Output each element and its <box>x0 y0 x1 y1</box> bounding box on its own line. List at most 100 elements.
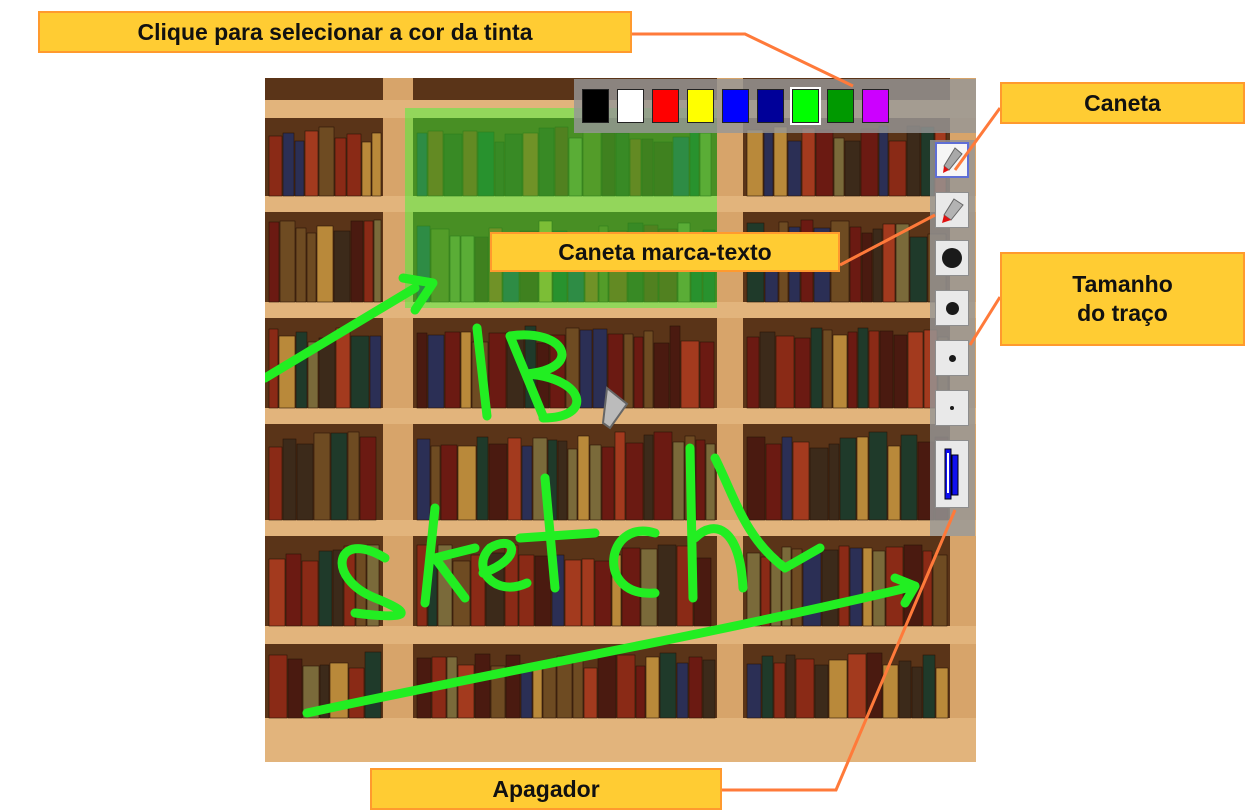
book-spine <box>287 658 303 719</box>
book-spine <box>773 126 788 197</box>
book-spine <box>557 440 568 521</box>
book-spine <box>794 337 811 409</box>
book-spine <box>348 667 365 719</box>
book-spine <box>657 544 677 627</box>
book-spine <box>373 219 382 303</box>
bookshelf-photo <box>265 78 976 762</box>
book-spine <box>295 331 308 409</box>
book-spine <box>887 445 901 521</box>
book-spine <box>301 560 319 627</box>
book-spine <box>282 438 297 521</box>
book-spine <box>672 441 685 521</box>
book-spine <box>773 662 786 719</box>
drawing-canvas[interactable] <box>265 78 976 762</box>
color-swatch-1[interactable] <box>582 89 609 123</box>
book-spine <box>350 335 370 409</box>
highlighter-callout: Caneta marca-texto <box>490 232 840 272</box>
book-spine <box>294 140 305 197</box>
book-spine <box>862 547 873 627</box>
color-swatch-6[interactable] <box>757 89 784 123</box>
book-spine <box>860 128 879 197</box>
pen-tool-button[interactable] <box>935 142 969 178</box>
book-spine <box>702 659 716 719</box>
book-spine <box>369 335 382 409</box>
color-palette <box>574 79 976 133</box>
highlighter-icon <box>942 198 964 223</box>
color-swatch-3[interactable] <box>652 89 679 123</box>
book-spine <box>330 432 348 521</box>
book-spine <box>532 665 543 719</box>
book-spine <box>643 330 654 409</box>
book-spine <box>868 431 888 521</box>
book-spine <box>809 447 829 521</box>
color-swatch-4[interactable] <box>687 89 714 123</box>
book-spine <box>832 334 848 409</box>
book-spine <box>457 664 475 719</box>
color-swatch-5[interactable] <box>722 89 749 123</box>
book-spine <box>579 329 593 409</box>
book-spine <box>577 435 590 521</box>
book-spine <box>594 560 612 627</box>
book-spine <box>844 140 861 197</box>
book-spine <box>457 445 477 521</box>
book-spine <box>785 654 796 719</box>
book-spine <box>268 221 280 303</box>
book-spine <box>597 651 617 719</box>
eraser-tool-button[interactable] <box>935 440 969 508</box>
book-spine <box>507 437 522 521</box>
book-spine <box>669 325 681 409</box>
book-spine <box>680 340 700 409</box>
book-spine <box>909 236 928 303</box>
book-spine <box>296 443 314 521</box>
book-spine <box>900 434 918 521</box>
book-spine <box>476 436 489 521</box>
book-spine <box>350 220 364 303</box>
stroke-size-tiny-button[interactable] <box>935 390 969 426</box>
book-spine <box>895 223 910 303</box>
book-spine <box>416 438 431 521</box>
pen-callout: Caneta <box>1000 82 1245 124</box>
stroke-size-medium-button[interactable] <box>935 290 969 326</box>
book-spine <box>625 442 644 521</box>
book-spine <box>427 334 445 409</box>
book-spine <box>444 331 461 409</box>
book-spine <box>746 663 762 719</box>
book-spine <box>488 332 507 409</box>
book-spine <box>935 667 949 719</box>
highlighter-tool-button[interactable] <box>935 192 969 228</box>
color-swatch-2[interactable] <box>617 89 644 123</box>
book-spine <box>335 327 351 409</box>
book-spine <box>318 126 335 197</box>
book-spine <box>821 549 839 627</box>
stroke-dot-tiny-icon <box>950 406 954 410</box>
book-spine <box>521 445 533 521</box>
book-spine <box>746 436 766 521</box>
book-spine <box>746 129 764 197</box>
book-spine <box>872 228 883 303</box>
color-swatch-8[interactable] <box>827 89 854 123</box>
book-spine <box>849 547 863 627</box>
book-spine <box>676 662 689 719</box>
book-spine <box>814 664 829 719</box>
book-spine <box>801 127 816 197</box>
book-spine <box>795 658 815 719</box>
book-spine <box>460 331 472 409</box>
book-spine <box>371 132 382 197</box>
book-spine <box>416 332 428 409</box>
book-spine <box>839 437 857 521</box>
book-spine <box>645 656 660 719</box>
stroke-size-small-button[interactable] <box>935 340 969 376</box>
stroke-size-large-button[interactable] <box>935 240 969 276</box>
book-spine <box>653 342 670 409</box>
book-spine <box>882 223 896 303</box>
book-spine <box>763 131 774 197</box>
book-spine <box>564 559 582 627</box>
eraser-callout-text: Apagador <box>492 775 600 802</box>
stroke-size-callout-line2: do traço <box>1077 300 1168 326</box>
book-spine <box>268 654 288 719</box>
stroke-dot-small-icon <box>948 354 956 362</box>
book-spine <box>815 129 834 197</box>
color-swatch-7[interactable] <box>790 87 821 125</box>
color-swatch-9[interactable] <box>862 89 889 123</box>
book-spine <box>866 652 883 719</box>
